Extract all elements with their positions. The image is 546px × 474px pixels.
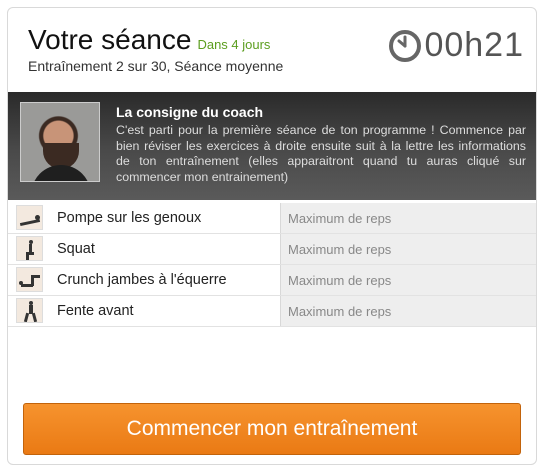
exercise-name: Squat [57, 241, 95, 257]
exercise-name: Crunch jambes à l'équerre [57, 272, 227, 288]
exercise-row[interactable]: Squat Maximum de reps [8, 234, 536, 265]
exercise-reps: Maximum de reps [288, 273, 392, 288]
coach-instruction-panel: La consigne du coach C'est parti pour la… [8, 92, 536, 200]
exercise-row[interactable]: Crunch jambes à l'équerre Maximum de rep… [8, 265, 536, 296]
squat-thumbnail [16, 236, 43, 261]
coach-avatar [20, 102, 100, 182]
crunch-thumbnail [16, 267, 43, 292]
lunge-thumbnail [16, 298, 43, 323]
session-duration: 00h21 [388, 26, 524, 65]
pushup-thumbnail [16, 205, 43, 230]
start-training-button[interactable]: Commencer mon entraînement [23, 403, 521, 455]
exercise-reps: Maximum de reps [288, 211, 392, 226]
exercise-list: Pompe sur les genoux Maximum de reps Squ… [8, 203, 536, 327]
coach-text: C'est parti pour la première séance de t… [116, 123, 526, 184]
session-card: Votre séance Dans 4 jours Entraînement 2 … [7, 7, 537, 465]
session-date-badge: Dans 4 jours [197, 37, 271, 52]
exercise-reps: Maximum de reps [288, 242, 392, 257]
exercise-row[interactable]: Pompe sur les genoux Maximum de reps [8, 203, 536, 234]
duration-text: 00h21 [424, 26, 524, 64]
page-title: Votre séance [28, 24, 192, 55]
clock-icon [389, 29, 422, 62]
session-subtitle: Entraînement 2 sur 30, Séance moyenne [28, 58, 284, 74]
coach-title: La consigne du coach [116, 104, 264, 120]
exercise-reps: Maximum de reps [288, 304, 392, 319]
exercise-row[interactable]: Fente avant Maximum de reps [8, 296, 536, 327]
exercise-name: Pompe sur les genoux [57, 210, 202, 226]
exercise-name: Fente avant [57, 303, 134, 319]
